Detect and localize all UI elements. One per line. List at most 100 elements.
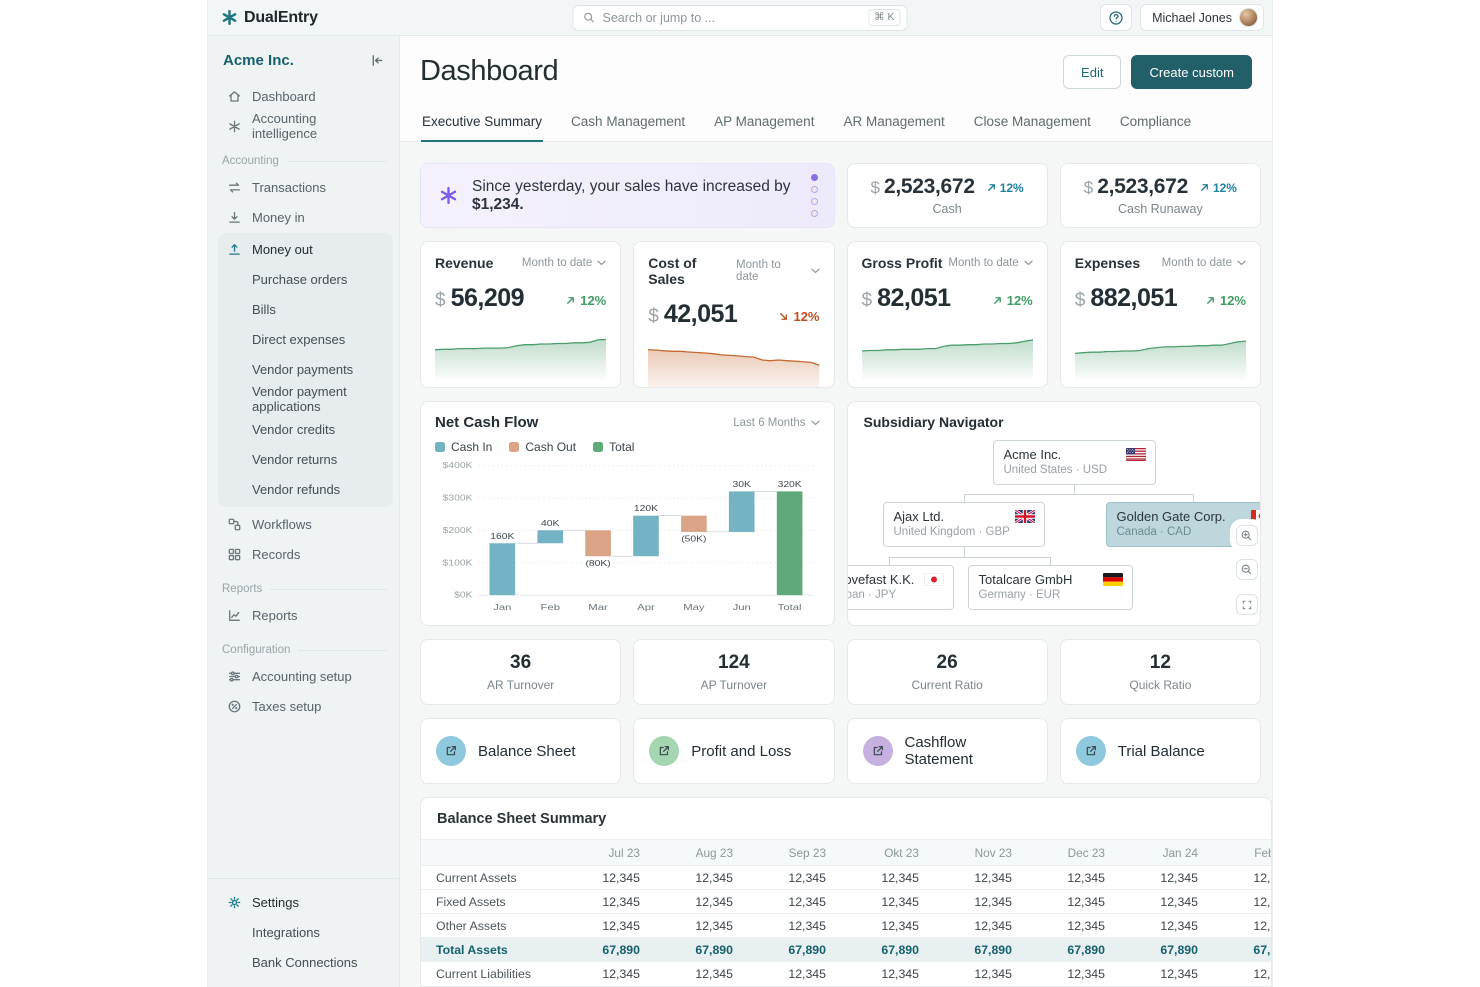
tab-ap-management[interactable]: AP Management	[713, 105, 815, 142]
org-node-acme-inc-[interactable]: Acme Inc.United States · USD	[993, 440, 1156, 485]
sidebar-nav: DashboardAccounting intelligence Accounti…	[222, 81, 387, 721]
tab-cash-management[interactable]: Cash Management	[570, 105, 686, 142]
sidebar-subitem-vendor-payments[interactable]: Vendor payments	[222, 354, 389, 384]
edit-button[interactable]: Edit	[1063, 55, 1121, 89]
org-node-ajax-ltd-[interactable]: Ajax Ltd.United Kingdom · GBP	[883, 502, 1045, 547]
sidebar-collapse-icon[interactable]	[370, 53, 385, 68]
sidebar-item-settings[interactable]: Settings	[222, 887, 387, 917]
report-label: Cashflow Statement	[905, 734, 1032, 768]
svg-text:Feb: Feb	[540, 603, 560, 612]
report-label: Trial Balance	[1118, 743, 1205, 760]
svg-text:(50K): (50K)	[681, 535, 706, 544]
sidebar-item-money-out[interactable]: Money out	[222, 234, 389, 264]
search-input[interactable]	[603, 11, 862, 25]
tab-close-management[interactable]: Close Management	[973, 105, 1092, 142]
kpi-delta: 12%	[1199, 181, 1237, 195]
period-label: Month to date	[948, 257, 1018, 269]
chevron-down-icon	[1024, 260, 1033, 266]
external-link-icon	[436, 736, 466, 766]
sidebar-subitem-direct-expenses[interactable]: Direct expenses	[222, 324, 389, 354]
svg-text:320K: 320K	[778, 480, 802, 489]
tab-executive-summary[interactable]: Executive Summary	[421, 105, 543, 142]
tab-compliance[interactable]: Compliance	[1119, 105, 1192, 142]
zoom-out-button[interactable]	[1236, 559, 1258, 580]
cell-value: 12,345	[1026, 866, 1119, 890]
org-node-subtitle: Germany · EUR	[979, 589, 1122, 601]
sidebar-item-bank-connections[interactable]: Bank Connections	[222, 947, 387, 977]
period-selector[interactable]: Month to date	[1162, 257, 1246, 269]
metric-sparkline-chart	[862, 322, 1033, 380]
sidebar-subitem-bills[interactable]: Bills	[222, 294, 389, 324]
cell-value: 67,890	[654, 938, 747, 962]
app-window: DualEntry ⌘ K Michael Jones	[207, 0, 1273, 987]
sidebar-item-label: Money out	[252, 242, 313, 257]
metric-value-row: $56,20912%	[435, 284, 606, 313]
sidebar-subitem-vendor-refunds[interactable]: Vendor refunds	[222, 474, 389, 504]
row-label: Current Liabilities	[421, 962, 561, 986]
report-link-cashflow-statement[interactable]: Cashflow Statement	[847, 718, 1048, 784]
home-icon	[226, 88, 242, 104]
sidebar-item-label: Transactions	[252, 180, 326, 195]
chevron-down-icon	[1237, 260, 1246, 266]
sidebar-item-reports[interactable]: Reports	[222, 600, 387, 630]
period-selector[interactable]: Month to date	[736, 259, 819, 283]
sidebar-subitem-vendor-payment-applications[interactable]: Vendor payment applications	[222, 384, 389, 414]
column-header: Aug 23	[654, 840, 747, 866]
report-link-profit-and-loss[interactable]: Profit and Loss	[633, 718, 834, 784]
sparkle-icon	[438, 185, 459, 206]
sidebar-item-records[interactable]: Records	[222, 539, 387, 569]
cell-value: 12,345	[1119, 890, 1212, 914]
zoom-in-button[interactable]	[1236, 525, 1258, 546]
metric-header: Cost of SalesMonth to date	[648, 255, 819, 287]
arrow-up-right-icon	[992, 295, 1003, 306]
banner-dot-1[interactable]	[811, 174, 818, 181]
column-header: Feb 24	[1212, 840, 1272, 866]
period-selector[interactable]: Month to date	[522, 257, 606, 269]
sidebar-group-money-out: Money out Purchase ordersBillsDirect expe…	[218, 233, 393, 507]
sidebar-item-money-in[interactable]: Money in	[222, 202, 387, 232]
create-custom-button[interactable]: Create custom	[1131, 55, 1252, 89]
flag-jp-icon	[924, 573, 944, 586]
org-node-totalcare-gmbh[interactable]: Totalcare GmbHGermany · EUR	[968, 565, 1133, 610]
metric-delta: 12%	[1205, 293, 1246, 308]
arrow-up-right-icon	[986, 182, 997, 193]
sidebar-item-accounting-intelligence[interactable]: Accounting intelligence	[222, 111, 387, 141]
section-divider-line	[298, 650, 387, 651]
sidebar-subitem-purchase-orders[interactable]: Purchase orders	[222, 264, 389, 294]
banner-dot-4[interactable]	[811, 210, 818, 217]
tab-ar-management[interactable]: AR Management	[842, 105, 945, 142]
metric-sparkline-chart	[648, 338, 819, 388]
metric-value: 882,051	[1090, 284, 1177, 313]
sidebar-item-accounting-setup[interactable]: Accounting setup	[222, 661, 387, 691]
org-switcher[interactable]: Acme Inc.	[223, 52, 294, 69]
sidebar-item-transactions[interactable]: Transactions	[222, 172, 387, 202]
global-search[interactable]: ⌘ K	[573, 5, 908, 31]
metric-card-expenses: ExpensesMonth to date$882,05112%	[1060, 241, 1261, 388]
report-link-trial-balance[interactable]: Trial Balance	[1060, 718, 1261, 784]
sidebar-item-dashboard[interactable]: Dashboard	[222, 81, 387, 111]
sidebar-item-workflows[interactable]: Workflows	[222, 509, 387, 539]
help-button[interactable]	[1100, 4, 1132, 31]
period-selector[interactable]: Last 6 Months	[733, 417, 819, 429]
banner-dot-3[interactable]	[811, 198, 818, 205]
external-link-icon	[863, 736, 893, 766]
sidebar-subitem-vendor-returns[interactable]: Vendor returns	[222, 444, 389, 474]
net-cash-flow-header: Net Cash FlowLast 6 Months	[435, 414, 820, 431]
org-connector-line	[964, 547, 965, 557]
sidebar-item-integrations[interactable]: Integrations	[222, 917, 387, 947]
metric-delta: 12%	[992, 293, 1033, 308]
cell-value: 67,890	[1212, 938, 1272, 962]
sidebar-item-taxes-setup[interactable]: Taxes setup	[222, 691, 387, 721]
subsidiary-navigator-card: Subsidiary NavigatorAcme Inc.United Stat…	[847, 401, 1262, 626]
period-selector[interactable]: Month to date	[948, 257, 1032, 269]
fullscreen-button[interactable]	[1236, 594, 1258, 615]
brand-logo: DualEntry	[221, 9, 318, 27]
banner-dot-2[interactable]	[811, 186, 818, 193]
org-node-movefast-k-k-[interactable]: Movefast K.K.Japan · JPY	[847, 565, 954, 610]
balance-sheet-summary-card: Balance Sheet SummaryJul 23Aug 23Sep 23O…	[420, 797, 1272, 987]
report-link-balance-sheet[interactable]: Balance Sheet	[420, 718, 621, 784]
user-menu-button[interactable]: Michael Jones	[1140, 4, 1264, 31]
sidebar-subitem-vendor-credits[interactable]: Vendor credits	[222, 414, 389, 444]
legend-item-total: Total	[593, 440, 634, 454]
sidebar-item-label: Money in	[252, 210, 305, 225]
